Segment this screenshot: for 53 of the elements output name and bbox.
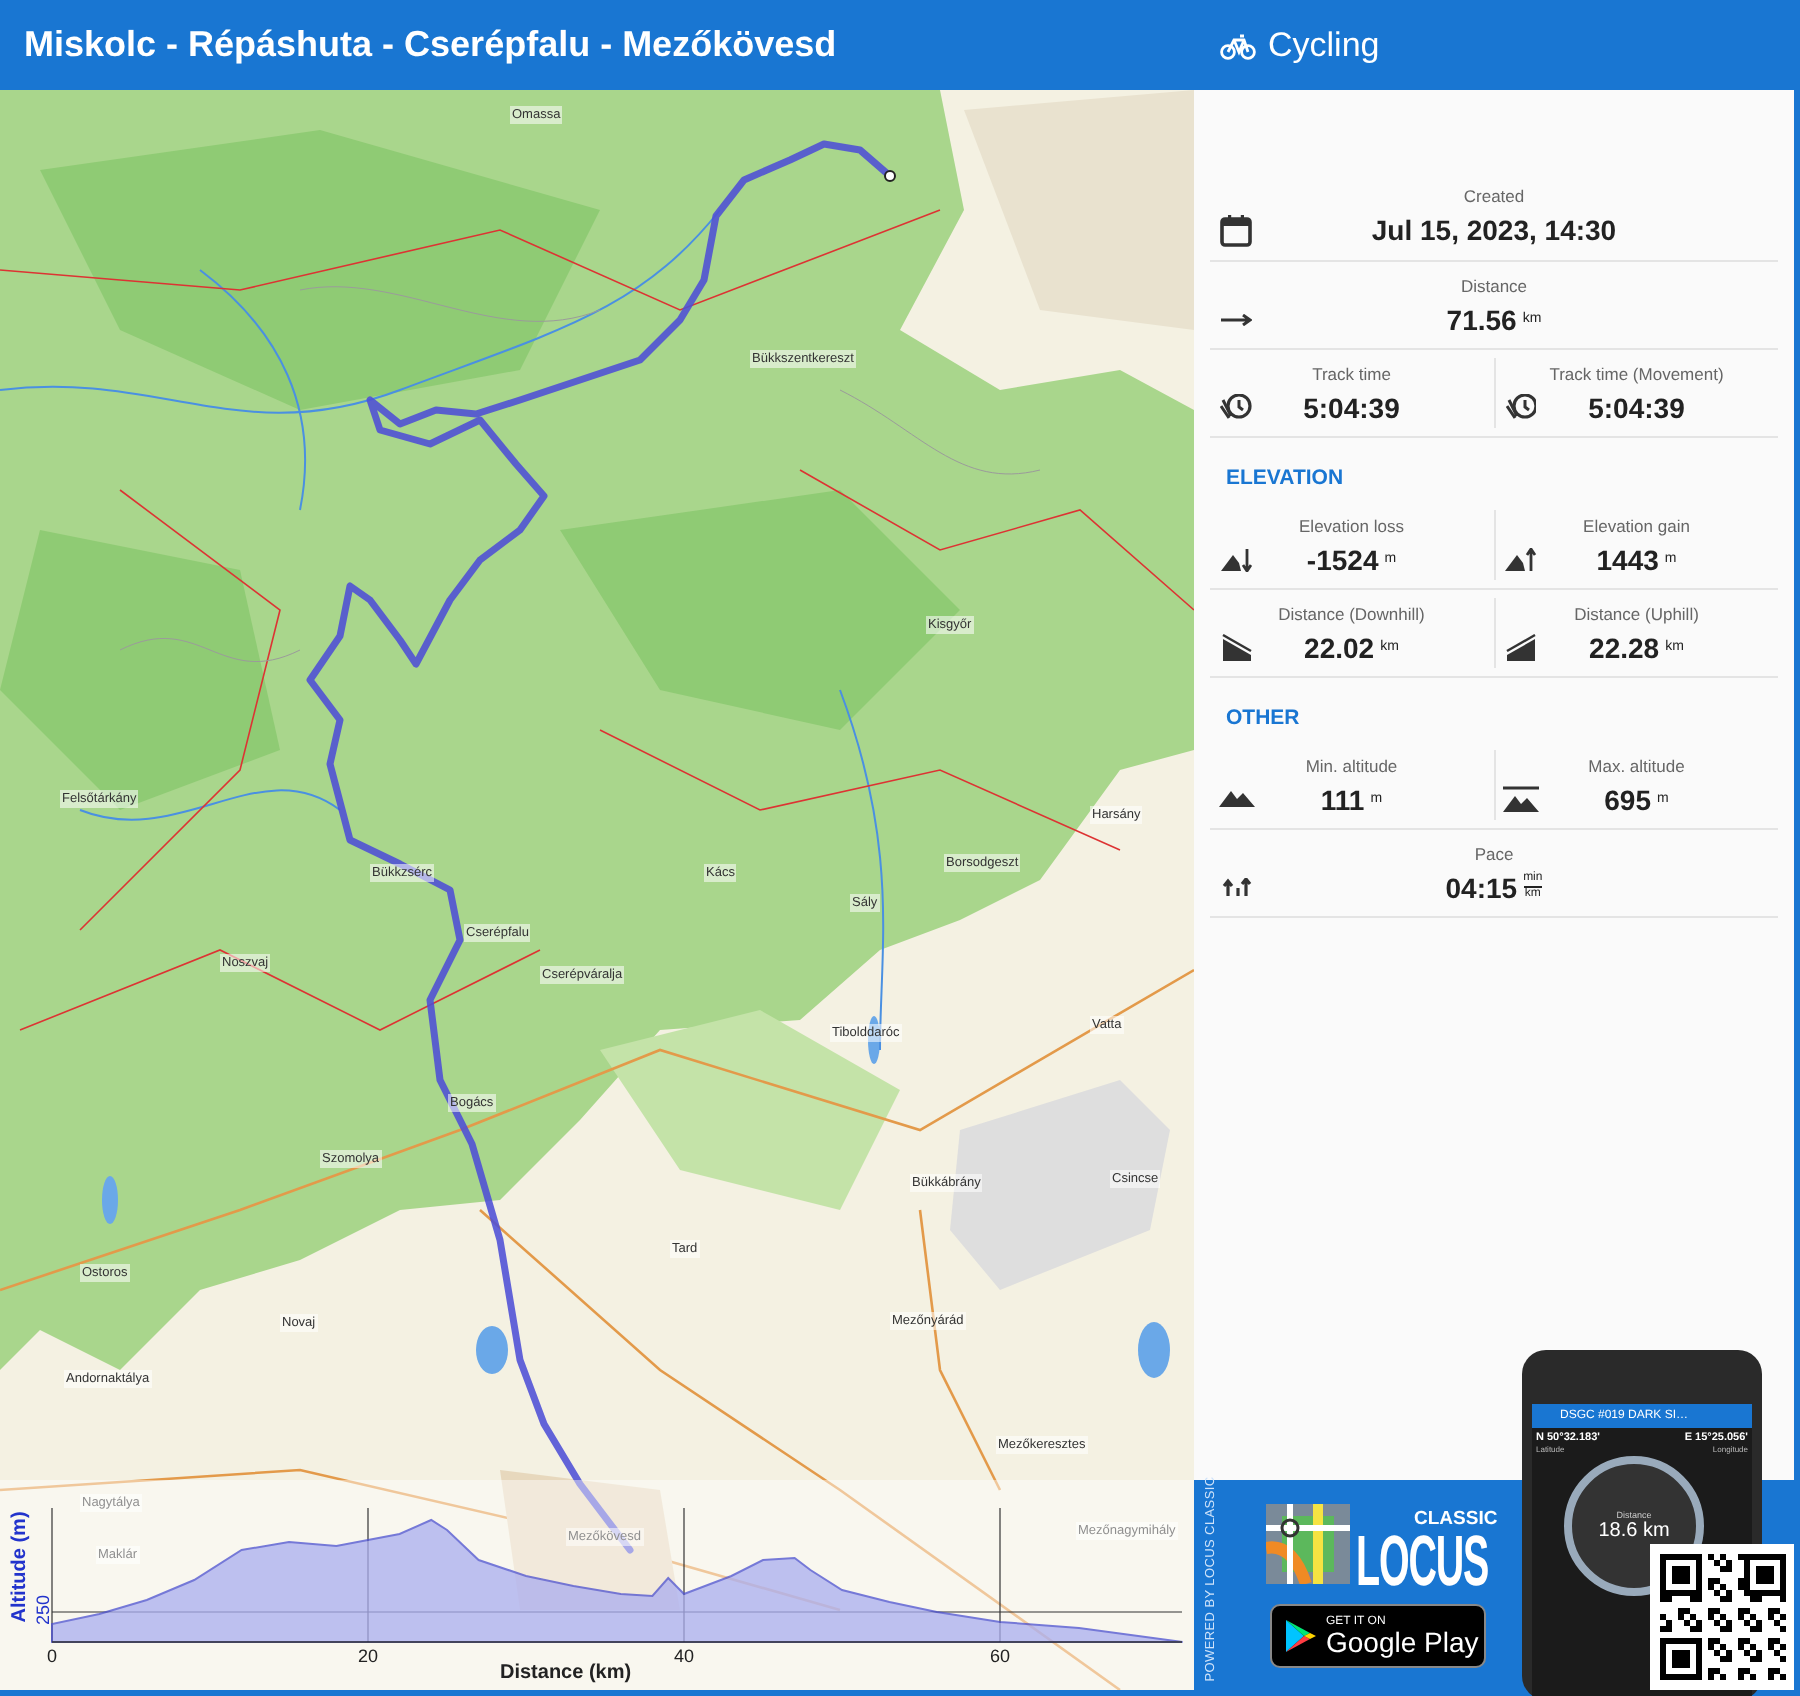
stat-value: 22.02 [1304, 631, 1375, 663]
play-store-icon [1284, 1618, 1316, 1654]
uphill-icon [1506, 633, 1536, 661]
stat-value: 695 [1604, 783, 1651, 815]
y-axis-title: Altitude (m) [8, 1511, 31, 1623]
pace-icon [1221, 877, 1251, 897]
stopwatch-icon [1505, 394, 1537, 420]
distance-value: 18.6 km [1598, 1520, 1670, 1542]
map-logo-icon [1266, 1504, 1350, 1584]
stat-value: 111 [1320, 783, 1365, 815]
stat-value: 04:15 [1445, 871, 1518, 903]
stat-value: 5:04:39 [1303, 391, 1400, 423]
stat-label: Elevation loss [1299, 515, 1404, 537]
x-tick-label: 20 [356, 1646, 380, 1666]
stat-label: Pace [1474, 843, 1514, 865]
section-heading: ELEVATION [1224, 464, 1346, 494]
logo-wordmark: LOCUS [1356, 1526, 1489, 1598]
arrow-right-icon [1220, 313, 1252, 325]
stat-label: Distance (Uphill) [1574, 603, 1699, 625]
logo-edition-text: CLASSIC [1414, 1508, 1498, 1530]
stat-label: Min. altitude [1305, 755, 1398, 777]
stat-label: Elevation gain [1583, 515, 1690, 537]
route-start-marker [884, 170, 896, 182]
calendar-icon [1220, 214, 1252, 248]
stat-value: 5:04:39 [1588, 391, 1685, 423]
x-axis-title: Distance (km) [500, 1662, 632, 1684]
x-tick-label: 0 [44, 1646, 59, 1666]
bicycle-icon [1220, 31, 1256, 59]
stat-label: Created [1463, 186, 1525, 209]
mountain-peak-icon [1502, 785, 1540, 813]
stat-label: Track time [1312, 363, 1391, 385]
elevation-gain-icon [1504, 547, 1538, 571]
section-heading: OTHER [1224, 704, 1302, 734]
x-tick-label: 60 [988, 1646, 1012, 1666]
mountain-icon [1217, 790, 1255, 808]
stat-value: -1524 [1306, 543, 1379, 575]
stat-label: Distance (Downhill) [1278, 603, 1425, 625]
activity-type: Cycling [1268, 25, 1380, 65]
stopwatch-icon [1220, 394, 1252, 420]
downhill-icon [1221, 633, 1251, 661]
stat-label: Max. altitude [1588, 755, 1685, 777]
stat-value: 71.56 [1446, 303, 1517, 335]
x-tick-label: 40 [672, 1646, 696, 1666]
topographic-map-drawing[interactable] [0, 90, 1194, 1690]
stat-value: 22.28 [1589, 631, 1660, 663]
route-title: Miskolc - Répáshuta - Cserépfalu - Mezőkövesd [22, 24, 839, 66]
stat-value: Jul 15, 2023, 14:30 [1371, 214, 1617, 247]
elevation-loss-icon [1219, 547, 1253, 571]
stat-value: 1443 [1596, 543, 1659, 575]
stat-label: Distance [1460, 275, 1528, 297]
stat-label: Track time (Movement) [1549, 363, 1724, 385]
y-tick-label: 250 [33, 1594, 54, 1626]
qr-code [1659, 1554, 1785, 1680]
